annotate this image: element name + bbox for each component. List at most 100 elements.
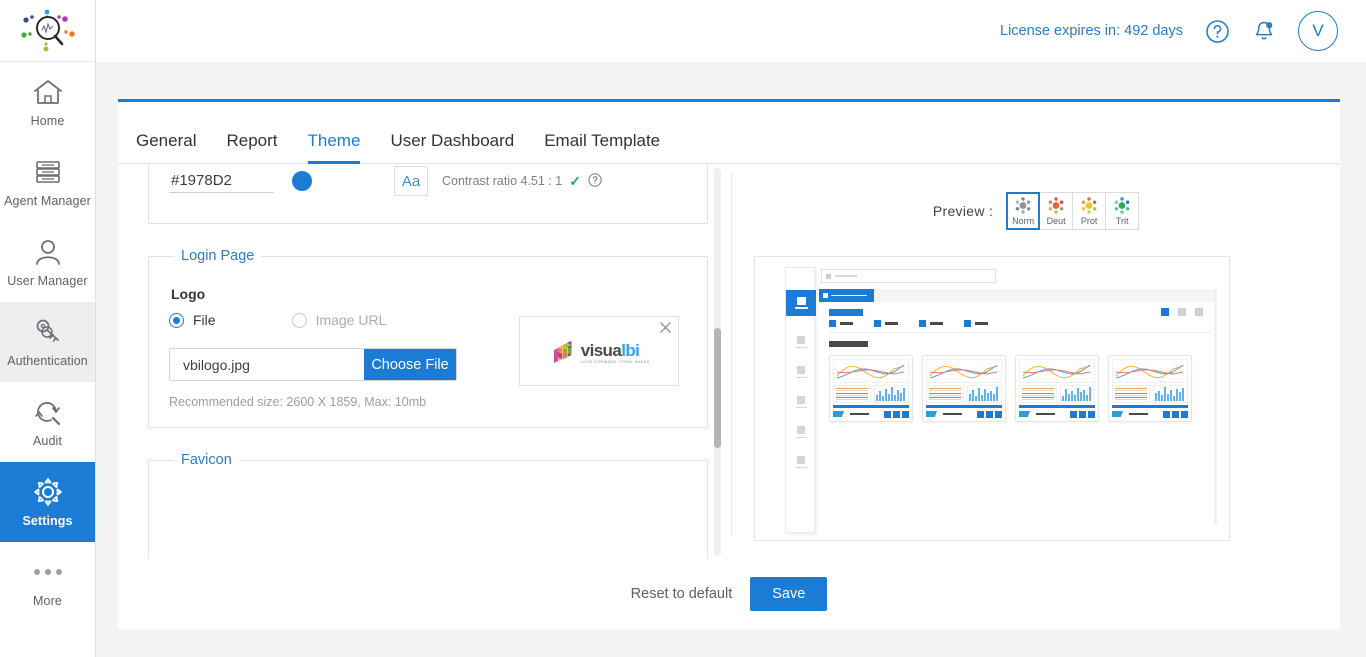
cvd-mode-trit[interactable]: Trit: [1105, 192, 1140, 230]
mock-report-card: [1108, 355, 1192, 422]
visualbi-cube-mark-icon: [553, 341, 572, 363]
visualbi-word-bi: bi: [625, 340, 640, 360]
mock-divider: [829, 332, 1211, 333]
theme-preview-pane: Preview : Norm Deut Prot Trit: [732, 164, 1340, 559]
cvd-mode-prot[interactable]: Prot: [1072, 192, 1107, 230]
mock-line-chart: [1112, 359, 1188, 383]
tab-theme[interactable]: Theme: [307, 131, 360, 164]
cvd-mode-norm[interactable]: Norm: [1006, 192, 1041, 230]
mock-card-footer: [1019, 410, 1095, 418]
contrast-info: Contrast ratio 4.51 : 1 ✓: [442, 173, 602, 190]
mock-progress-bar: [1112, 405, 1188, 408]
sidebar-item-label: More: [33, 594, 62, 608]
sap-logo-icon: [833, 411, 844, 417]
user-icon: [33, 236, 63, 268]
mock-progress-bar: [926, 405, 1002, 408]
file-name-input[interactable]: [170, 349, 364, 380]
sidebar-item-label: User Manager: [7, 274, 88, 288]
cvd-mode-deut[interactable]: Deut: [1039, 192, 1074, 230]
mock-card-mid: [833, 385, 909, 403]
color-hex-input[interactable]: [169, 169, 274, 193]
sidebar-item-home[interactable]: Home: [0, 62, 95, 142]
settings-card: General Report Theme User Dashboard Emai…: [118, 99, 1340, 629]
mock-footer-badges: [1070, 410, 1095, 418]
sidebar-item-settings[interactable]: Settings: [0, 462, 95, 542]
theme-body: Aa Contrast ratio 4.51 : 1 ✓: [118, 164, 1340, 559]
favicon-fieldset: Favicon: [148, 452, 708, 559]
tab-general[interactable]: General: [136, 131, 196, 163]
avatar[interactable]: V: [1298, 11, 1338, 51]
tab-user-dashboard[interactable]: User Dashboard: [390, 131, 514, 163]
mock-report-card: [1015, 355, 1099, 422]
sidebar-item-agent-manager[interactable]: Agent Manager: [0, 142, 95, 222]
contrast-ratio-text: Contrast ratio 4.51 : 1: [442, 174, 563, 188]
mock-card-mid: [926, 385, 1002, 403]
save-button[interactable]: Save: [750, 577, 828, 611]
mock-sidebar: [785, 267, 816, 533]
mock-bar-chart: [1060, 385, 1095, 403]
mock-page-title: [829, 309, 863, 316]
close-icon[interactable]: [659, 321, 672, 339]
check-icon: ✓: [569, 172, 581, 189]
sap-logo-icon: [1112, 411, 1123, 417]
audit-search-icon: [33, 396, 63, 428]
sidebar-item-label: Home: [30, 114, 65, 128]
tab-email-template[interactable]: Email Template: [544, 131, 660, 163]
dashboard-mockup: [763, 265, 1221, 533]
color-dots-normal-icon: [1015, 196, 1031, 214]
mock-sidebar-active-item: [786, 290, 816, 316]
choose-file-button[interactable]: Choose File: [364, 349, 456, 380]
sidebar-item-user-manager[interactable]: User Manager: [0, 222, 95, 302]
card-footer: Reset to default Save: [118, 559, 1340, 629]
mock-sidebar-item: [786, 390, 816, 414]
mock-active-tab: [819, 289, 874, 302]
help-circle-icon[interactable]: [1205, 19, 1230, 44]
mock-line-chart: [1019, 359, 1095, 383]
app-logo[interactable]: [0, 0, 95, 62]
mock-bar-chart: [967, 385, 1002, 403]
mock-tab-bar: [819, 289, 1217, 302]
mock-view-controls: [1161, 308, 1203, 316]
sidebar-item-more[interactable]: More: [0, 542, 95, 622]
mock-card-footer: [833, 410, 909, 418]
visualbi-logo: visualbi LOOK FORWARD. THINK AHEAD.: [551, 341, 652, 365]
mock-report-card: [922, 355, 1006, 422]
main-sidebar: Home Agent Manager User Manager Authenti…: [0, 0, 96, 657]
font-sample-box[interactable]: Aa: [394, 166, 428, 196]
mock-chip: [919, 320, 943, 327]
mock-section-title: [829, 341, 868, 347]
mock-bar-chart: [874, 385, 909, 403]
top-bar: License expires in: 492 days V: [96, 0, 1366, 62]
mock-filter-chips: [829, 320, 1009, 327]
mock-progress-bar: [1019, 405, 1095, 408]
sidebar-item-authentication[interactable]: Authentication: [0, 302, 95, 382]
mock-line-chart: [833, 359, 909, 383]
logo-label: Logo: [171, 286, 206, 302]
mock-sidebar-item: [786, 360, 816, 384]
sidebar-item-audit[interactable]: Audit: [0, 382, 95, 462]
mock-mini-table: [1112, 385, 1150, 403]
color-dots-protanopia-icon: [1081, 196, 1097, 214]
contrast-help-icon[interactable]: [588, 172, 602, 190]
mock-footer-badges: [977, 410, 1002, 418]
mock-progress-bar: [833, 405, 909, 408]
color-fieldset: Aa Contrast ratio 4.51 : 1 ✓: [148, 164, 708, 224]
sap-logo-icon: [1019, 411, 1030, 417]
mock-sidebar-item: [786, 330, 816, 354]
bell-icon[interactable]: [1252, 19, 1276, 44]
mock-card-footer: [1112, 410, 1188, 418]
mock-chip: [829, 320, 853, 327]
radio-image-url[interactable]: Image URL: [291, 312, 386, 328]
app-root: Home Agent Manager User Manager Authenti…: [0, 0, 1366, 657]
login-page-fieldset: Login Page Logo File Image URL vbilogo.j…: [148, 248, 708, 428]
mock-footer-badges: [1163, 410, 1188, 418]
tab-report[interactable]: Report: [226, 131, 277, 163]
cvd-mode-label: Deut: [1046, 215, 1066, 226]
sidebar-item-label: Audit: [33, 434, 62, 448]
form-scrollbar-thumb[interactable]: [714, 328, 721, 448]
mock-mini-table: [926, 385, 964, 403]
reset-to-default-link[interactable]: Reset to default: [631, 586, 733, 602]
mock-mini-table: [833, 385, 871, 403]
radio-file[interactable]: File: [169, 312, 216, 328]
color-swatch[interactable]: [292, 171, 312, 191]
